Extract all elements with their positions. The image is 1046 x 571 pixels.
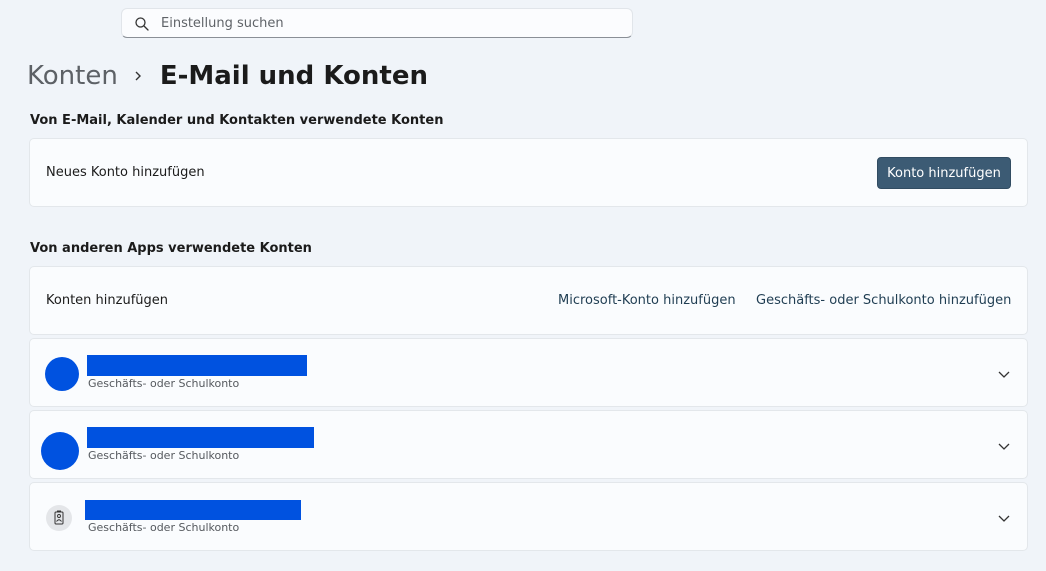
account-name-redacted bbox=[87, 427, 314, 448]
account-row[interactable]: Geschäfts- oder Schulkonto bbox=[29, 338, 1028, 407]
chevron-down-icon[interactable] bbox=[997, 511, 1011, 525]
chevron-down-icon[interactable] bbox=[997, 367, 1011, 381]
account-type: Geschäfts- oder Schulkonto bbox=[88, 449, 240, 462]
account-row[interactable]: Geschäfts- oder Schulkonto bbox=[29, 482, 1028, 551]
chevron-down-icon[interactable] bbox=[997, 439, 1011, 453]
add-account-row: Neues Konto hinzufügen Konto hinzufügen bbox=[29, 138, 1028, 207]
account-type: Geschäfts- oder Schulkonto bbox=[88, 377, 240, 390]
id-badge-icon bbox=[46, 505, 72, 531]
account-type: Geschäfts- oder Schulkonto bbox=[88, 521, 240, 534]
avatar bbox=[45, 357, 79, 391]
search-box[interactable]: Einstellung suchen bbox=[121, 8, 633, 38]
add-microsoft-account-link[interactable]: Microsoft-Konto hinzufügen bbox=[558, 293, 736, 308]
avatar bbox=[41, 432, 79, 470]
breadcrumb: Konten E-Mail und Konten bbox=[27, 58, 428, 94]
section-title-email: Von E-Mail, Kalender und Kontakten verwe… bbox=[30, 113, 444, 128]
search-input[interactable]: Einstellung suchen bbox=[161, 16, 284, 31]
add-account-label: Neues Konto hinzufügen bbox=[46, 165, 205, 180]
page-title: E-Mail und Konten bbox=[159, 61, 428, 91]
add-work-account-link[interactable]: Geschäfts- oder Schulkonto hinzufügen bbox=[756, 293, 1011, 308]
add-accounts-label: Konten hinzufügen bbox=[46, 293, 168, 308]
breadcrumb-parent[interactable]: Konten bbox=[27, 61, 118, 91]
add-accounts-row: Konten hinzufügen Microsoft-Konto hinzuf… bbox=[29, 266, 1028, 335]
account-name-redacted bbox=[85, 500, 301, 520]
account-name-redacted bbox=[87, 355, 307, 376]
add-account-button[interactable]: Konto hinzufügen bbox=[877, 157, 1011, 189]
chevron-right-icon bbox=[135, 71, 141, 81]
search-icon bbox=[135, 17, 149, 31]
section-title-apps: Von anderen Apps verwendete Konten bbox=[30, 241, 312, 256]
account-row[interactable]: Geschäfts- oder Schulkonto bbox=[29, 410, 1028, 479]
